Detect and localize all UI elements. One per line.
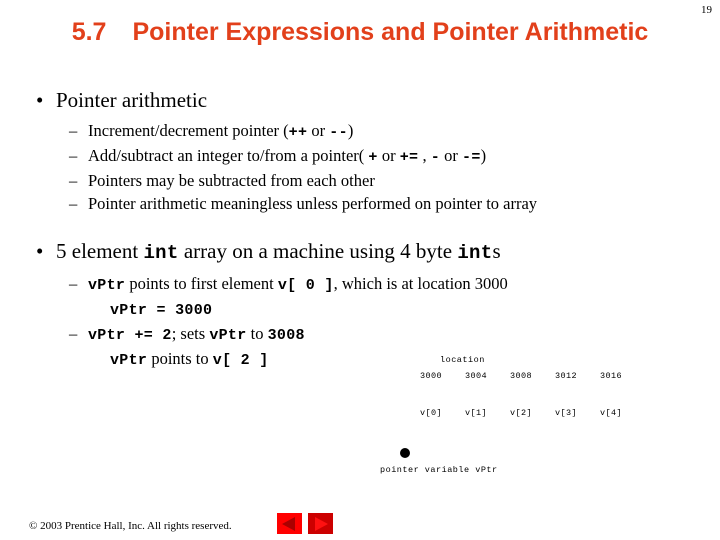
sub-bullet-subtract-pointers: – Pointers may be subtracted from each o… <box>0 169 720 192</box>
bullet-label: Pointer arithmetic <box>56 88 208 112</box>
page-title: 5.7 Pointer Expressions and Pointer Arith… <box>60 16 660 48</box>
diagram-element-label: v[3] <box>554 408 577 418</box>
sub-bullet-text: vPtr += 2; sets vPtr to 3008 <box>88 324 305 344</box>
diagram-address: 3016 <box>599 371 622 381</box>
dash-icon: – <box>69 194 78 213</box>
code-line-text: vPtr points to v[ 2 ] <box>110 349 269 369</box>
text-run: 5 element <box>56 239 144 263</box>
slide: 19 5.7 Pointer Expressions and Pointer Ar… <box>0 0 720 540</box>
text-run: Pointers may be subtracted from each oth… <box>88 171 375 190</box>
bullet-label: 5 element int array on a machine using 4… <box>56 239 501 264</box>
dash-icon: – <box>69 146 78 165</box>
sub-bullet-meaningless-unless-array: – Pointer arithmetic meaningless unless … <box>0 192 720 215</box>
code-run: vPtr <box>209 327 247 344</box>
pointer-variable-dot-icon <box>400 448 410 458</box>
text-run: Pointer arithmetic meaningless unless pe… <box>88 194 538 213</box>
sub-bullet-text: vPtr points to first element v[ 0 ], whi… <box>88 274 508 294</box>
text-run: Increment/decrement pointer ( <box>88 121 289 140</box>
sub-bullet-vptr-plus-equals: – vPtr += 2; sets vPtr to 3008 <box>0 322 720 347</box>
dash-icon: – <box>69 274 78 293</box>
sub-bullet-increment-decrement: – Increment/decrement pointer (++ or --) <box>0 119 720 144</box>
text-run: ; sets <box>171 324 210 343</box>
sub-bullet-text: Pointers may be subtracted from each oth… <box>88 171 375 190</box>
triangle-right-icon <box>315 516 328 531</box>
sub-bullet-text: Pointer arithmetic meaningless unless pe… <box>88 194 537 213</box>
text-run: points to first element <box>125 274 278 293</box>
diagram-element-label: v[2] <box>509 408 532 418</box>
memory-diagram: location 3000 3004 3008 3012 3016 v[0] v[1] v[… <box>380 350 710 490</box>
sub-bullet-vptr-first-element: – vPtr points to first element v[ 0 ], w… <box>0 272 720 297</box>
code-run: -- <box>329 124 348 141</box>
text-run: or <box>377 146 400 165</box>
diagram-address: 3004 <box>464 371 487 381</box>
page-number: 19 <box>701 4 712 16</box>
bullet-five-element-int-array: • 5 element int array on a machine using… <box>0 237 720 267</box>
dash-icon: – <box>69 171 78 190</box>
code-line-text: vPtr = 3000 <box>110 299 213 319</box>
text-run: s <box>492 239 501 263</box>
slide-body: • Pointer arithmetic – Increment/decreme… <box>0 86 720 372</box>
code-run: int <box>143 242 179 264</box>
triangle-left-icon <box>282 516 295 531</box>
diagram-address: 3000 <box>419 371 442 381</box>
sub-bullet-text: Add/subtract an integer to/from a pointe… <box>88 146 487 166</box>
code-run: vPtr <box>88 277 126 294</box>
sub-bullet-add-subtract: – Add/subtract an integer to/from a poin… <box>0 144 720 169</box>
diagram-address: 3012 <box>554 371 577 381</box>
text-run: or <box>307 121 330 140</box>
title-text: Pointer Expressions and Pointer Arithmet… <box>132 18 649 46</box>
diagram-address: 3008 <box>509 371 532 381</box>
code-run: vPtr += 2 <box>88 327 172 344</box>
code-run: v[ 0 ] <box>277 277 334 294</box>
pointer-variable-caption: pointer variable vPtr <box>380 465 498 475</box>
diagram-element-label: v[4] <box>599 408 622 418</box>
bullet-pointer-arithmetic: • Pointer arithmetic <box>0 86 720 114</box>
code-run: ++ <box>288 124 308 141</box>
dash-icon: – <box>69 121 78 140</box>
code-run: 3008 <box>267 327 305 344</box>
previous-slide-button[interactable] <box>277 513 302 534</box>
slide-navigation <box>277 513 337 535</box>
copyright-notice: © 2003 Prentice Hall, Inc. All rights re… <box>29 520 232 532</box>
code-run: += <box>399 149 419 166</box>
code-run: vPtr = 3000 <box>110 302 213 319</box>
code-run: + <box>368 149 378 166</box>
code-line-vptr-assign: vPtr = 3000 <box>0 297 720 322</box>
text-run: array on a machine using 4 byte <box>178 239 458 263</box>
text-run: ) <box>480 146 487 165</box>
text-run: ) <box>347 121 354 140</box>
bullet-icon: • <box>36 239 44 263</box>
bullet-icon: • <box>36 88 44 112</box>
code-run: int <box>457 242 493 264</box>
sub-bullet-text: Increment/decrement pointer (++ or --) <box>88 121 354 141</box>
text-run: to <box>246 324 268 343</box>
text-run: or <box>440 146 463 165</box>
text-run: , which is at location 3000 <box>333 274 508 293</box>
dash-icon: – <box>69 324 78 343</box>
title-section-number: 5.7 <box>71 18 107 46</box>
code-run: -= <box>462 149 481 166</box>
diagram-element-label: v[0] <box>419 408 442 418</box>
diagram-element-label: v[1] <box>464 408 487 418</box>
next-slide-button[interactable] <box>308 513 333 534</box>
text-run: Add/subtract an integer to/from a pointe… <box>88 146 369 165</box>
text-run: points to <box>147 349 213 368</box>
code-run: v[ 2 ] <box>212 352 269 369</box>
diagram-location-label: location <box>440 355 485 365</box>
code-run: vPtr <box>110 352 148 369</box>
code-run: - <box>430 149 441 166</box>
text-run: , <box>418 146 431 165</box>
